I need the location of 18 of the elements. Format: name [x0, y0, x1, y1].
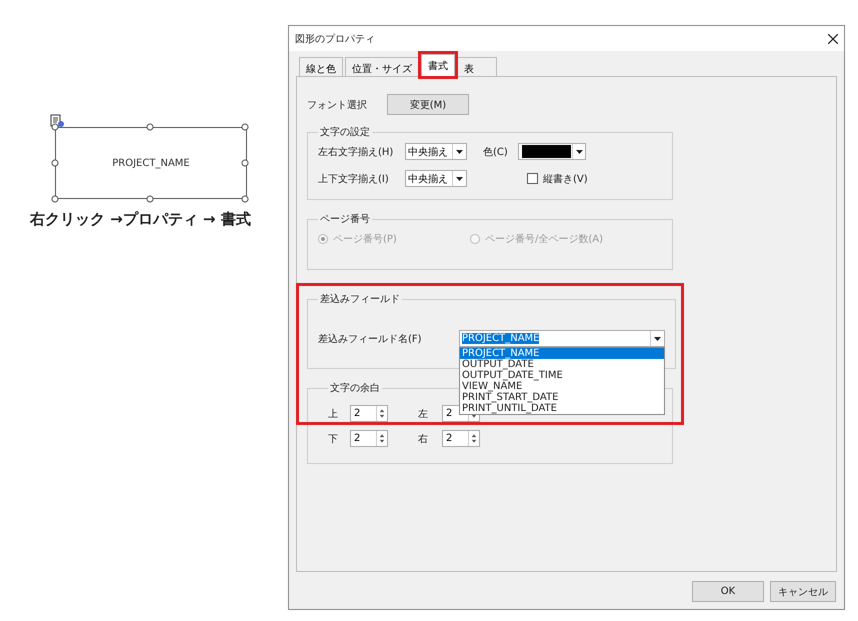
- margin-label: 左: [418, 408, 429, 420]
- field-label: 色(C): [483, 146, 509, 158]
- instruction-caption: 右クリック →プロパティ → 書式: [30, 210, 252, 229]
- checkbox-label: 縦書き(V): [543, 172, 588, 186]
- field-label: 左右文字揃え(H): [318, 146, 394, 158]
- margin-label: 右: [418, 432, 429, 446]
- radio-label: ページ番号(P): [333, 232, 397, 246]
- field-label: 上下文字揃え(I): [318, 172, 390, 186]
- field-label: 差込みフィールド名(F): [318, 332, 423, 346]
- radio-label: ページ番号/全ページ数(A): [485, 232, 604, 246]
- group-title: 差込みフィールド: [319, 292, 401, 306]
- group-title: ページ番号: [319, 212, 371, 226]
- window-title: 図形のプロパティ: [295, 32, 375, 46]
- group-title: 文字の余白: [329, 382, 381, 395]
- font-label: フォント選択: [307, 98, 368, 112]
- group-title: 文字の設定: [319, 126, 371, 139]
- margin-label: 下: [328, 432, 339, 446]
- margin-label: 上: [328, 408, 339, 420]
